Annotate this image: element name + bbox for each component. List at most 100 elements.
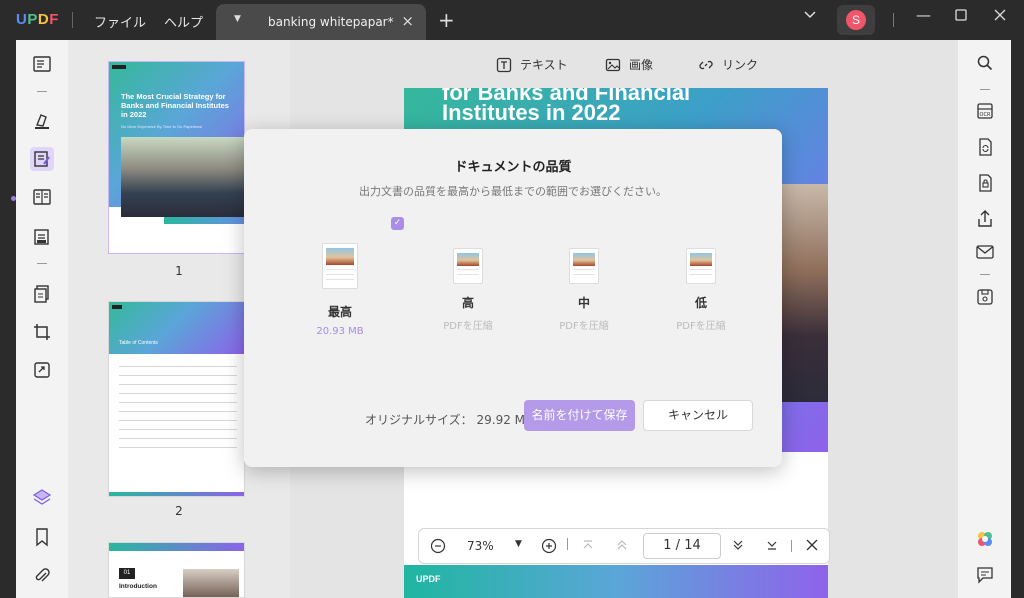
layers-icon[interactable] (30, 485, 54, 509)
avatar-initial: S (846, 10, 866, 30)
dialog-subtitle: 出力文書の品質を最高から最低までの範囲でお選びください。 (359, 185, 667, 198)
search-icon[interactable] (974, 52, 996, 74)
attachment-icon[interactable] (30, 564, 54, 588)
thumb-bar (109, 543, 244, 551)
tab-dropdown-icon[interactable]: ▼ (234, 14, 241, 24)
quality-note: PDFを圧縮 (443, 321, 493, 332)
first-page-icon[interactable] (581, 538, 595, 555)
thumbnail-page-number: 2 (175, 504, 183, 518)
chevron-down-icon[interactable] (803, 7, 817, 25)
add-link-button[interactable]: リンク (698, 56, 758, 73)
minimize-button[interactable]: — (916, 6, 931, 24)
dialog-title: ドキュメントの品質 (454, 160, 572, 175)
form-icon[interactable] (30, 225, 54, 249)
quality-label: 低 (694, 296, 707, 310)
cancel-button[interactable]: キャンセル (643, 400, 753, 431)
thumbnail-page-3[interactable]: 01 Introduction (108, 542, 245, 598)
image-icon (605, 58, 621, 71)
app-logo: UPDF (16, 11, 59, 28)
quality-option-medium[interactable]: 中 PDFを圧縮 (544, 248, 624, 332)
close-window-button[interactable] (993, 8, 1007, 26)
quality-label: 中 (577, 296, 590, 310)
add-image-button[interactable]: 画像 (605, 56, 653, 73)
link-icon (699, 60, 713, 69)
ai-assistant-icon[interactable] (974, 528, 996, 550)
thumb-title: The Most Crucial Strategy for Banks and … (121, 92, 229, 119)
toolbar-divider (980, 89, 990, 90)
protect-pdf-icon[interactable] (974, 172, 996, 194)
quality-label: 最高 (327, 305, 352, 319)
title-divider (72, 12, 73, 28)
right-toolbar: OCR (958, 40, 1011, 598)
share-icon[interactable] (974, 208, 996, 230)
quality-size: 20.93 MB (316, 326, 364, 337)
edit-pdf-icon[interactable] (30, 147, 54, 171)
organize-pages-icon[interactable] (30, 282, 54, 306)
thumb-logo (112, 305, 122, 309)
hero-line-2: Institutes in 2022 (442, 100, 621, 125)
crop-icon[interactable] (30, 320, 54, 344)
thumb-hero (109, 302, 244, 354)
toolbar-divider (37, 91, 47, 92)
email-icon[interactable] (974, 241, 996, 263)
thumb-toc-lines (119, 366, 237, 456)
zoom-out-icon[interactable] (430, 538, 446, 557)
last-page-icon[interactable] (765, 538, 779, 555)
toolbar-divider (980, 274, 990, 275)
total-pages: 14 (684, 538, 701, 553)
thumb-photo (183, 569, 239, 597)
thumbnail-page-1[interactable]: The Most Crucial Strategy for Banks and … (108, 61, 245, 254)
image-tool-label: 画像 (629, 58, 654, 72)
zoom-level[interactable]: 73% (467, 539, 494, 553)
comment-icon[interactable] (974, 564, 996, 586)
close-zoombar-icon[interactable] (805, 538, 819, 555)
tab-title: banking whitepapar* (268, 15, 394, 29)
highlighter-icon[interactable] (30, 109, 54, 133)
link-tool-label: リンク (722, 58, 759, 72)
zoombar-divider (791, 540, 792, 552)
save-as-button[interactable]: 名前を付けて保存 (524, 400, 635, 431)
quality-option-low[interactable]: 低 PDFを圧縮 (661, 248, 741, 332)
convert-icon[interactable] (30, 358, 54, 382)
new-tab-button[interactable]: + (438, 8, 455, 32)
add-text-button[interactable]: テキスト (496, 56, 568, 73)
save-icon[interactable] (974, 286, 996, 308)
bookmark-icon[interactable] (30, 525, 54, 549)
zoom-dropdown-icon[interactable]: ▼ (515, 539, 522, 549)
thumb-bar (164, 217, 244, 224)
selected-check-icon: ✓ (391, 217, 404, 230)
title-bar: UPDF ファイル ヘルプ ▼ banking whitepapar* × + … (0, 0, 1024, 40)
previous-page-icon[interactable] (615, 538, 629, 555)
tab-close-button[interactable]: × (401, 12, 414, 30)
quality-option-highest[interactable]: 最高 20.93 MB (300, 243, 380, 337)
page-layout-icon[interactable] (30, 185, 54, 209)
convert-pdf-icon[interactable] (974, 136, 996, 158)
quality-option-high[interactable]: 高 PDFを圧縮 (428, 248, 508, 332)
next-page-header: UPDF (404, 565, 828, 598)
right-edge (1011, 40, 1024, 598)
window-divider (893, 13, 894, 27)
maximize-button[interactable] (954, 8, 968, 26)
reader-icon[interactable] (30, 52, 54, 76)
text-icon (496, 57, 512, 72)
zoom-in-icon[interactable] (541, 538, 557, 557)
menu-file[interactable]: ファイル (94, 12, 146, 31)
next-page-icon[interactable] (731, 538, 745, 555)
menu-help[interactable]: ヘルプ (164, 12, 203, 31)
thumb-title: Table of Contents (119, 340, 158, 346)
quality-label: 高 (461, 296, 474, 310)
thumb-logo (112, 65, 126, 69)
page-separator: / (675, 538, 681, 553)
page-number-input[interactable]: 1 / 14 (643, 533, 721, 559)
original-size: オリジナルサイズ： 29.92 MB (365, 411, 533, 428)
document-tab[interactable]: ▼ banking whitepapar* × (216, 4, 426, 40)
user-avatar[interactable]: S (837, 5, 875, 35)
thumb-bar (109, 492, 244, 496)
ocr-icon[interactable]: OCR (974, 100, 996, 122)
text-tool-label: テキスト (520, 58, 568, 72)
footer-logo: UPDF (416, 574, 441, 584)
thumb-badge: 01 (119, 568, 135, 579)
quality-note: PDFを圧縮 (559, 321, 609, 332)
toolbar-divider (37, 263, 47, 264)
thumbnail-page-2[interactable]: Table of Contents (108, 301, 245, 497)
